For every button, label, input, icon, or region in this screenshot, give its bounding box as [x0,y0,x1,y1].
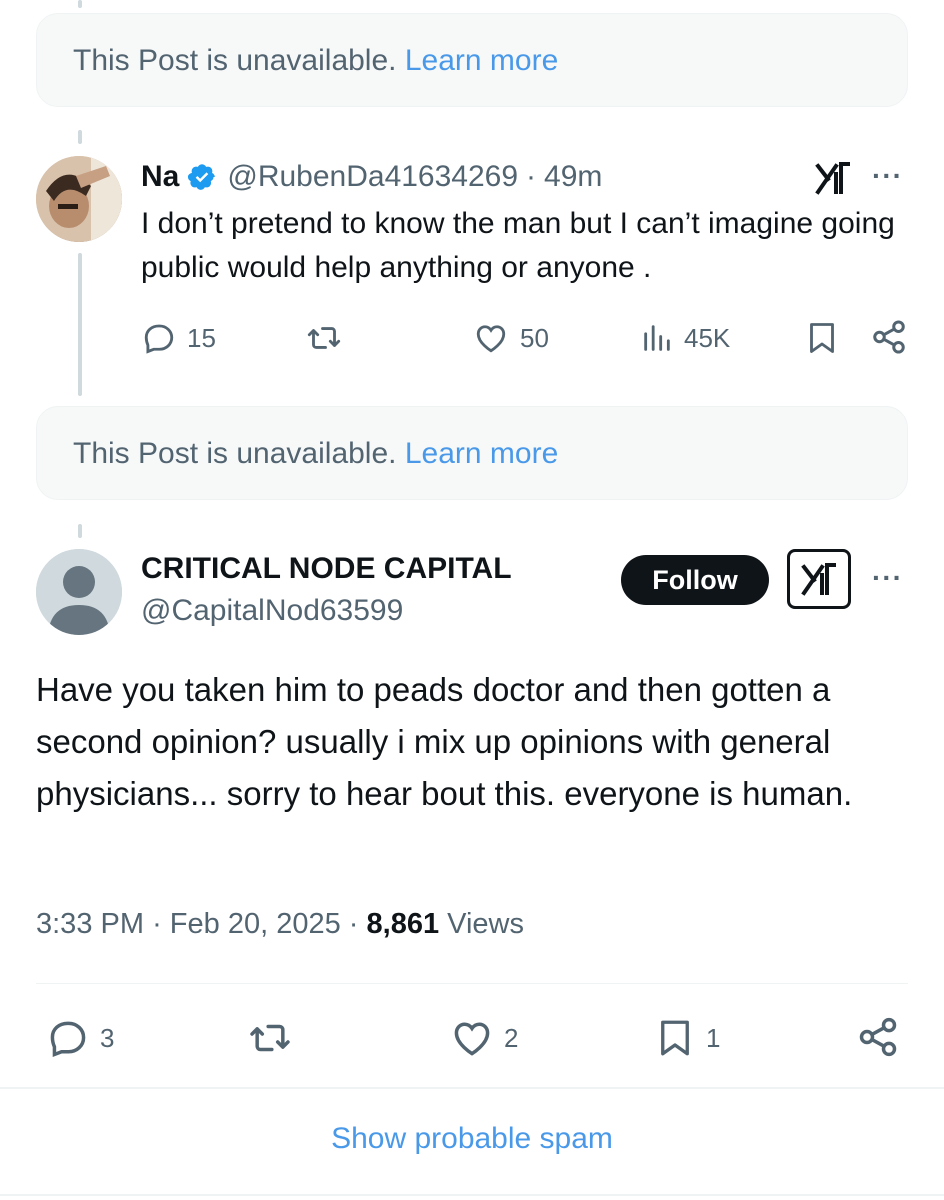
repost-icon [246,1016,294,1060]
separator-dot: · [152,908,162,940]
post-timestamp: 3:33 PM · Feb 20, 2025 · 8,861 Views [36,908,524,941]
separator-dot: · [526,160,537,193]
learn-more-link[interactable]: Learn more [405,437,558,470]
author-handle[interactable]: @CapitalNod63599 [141,594,403,628]
like-button[interactable]: 50 [472,320,549,356]
bookmark-count: 1 [706,1022,721,1053]
reply-button[interactable]: 15 [141,320,216,356]
views-icon [640,320,674,356]
avatar[interactable] [36,156,122,242]
post-date[interactable]: Feb 20, 2025 [170,908,341,940]
divider [36,983,908,984]
unavailable-text: This Post is unavailable. [73,437,397,470]
views-count: 8,861 [366,908,440,940]
share-icon[interactable] [870,318,908,356]
reply-text: I don’t pretend to know the man but I ca… [141,207,895,284]
show-probable-spam-link[interactable]: Show probable spam [0,1122,944,1156]
thread-line-top [78,0,82,8]
unavailable-post-notice: This Post is unavailable. Learn more [36,406,908,500]
bottom-divider [0,1194,944,1196]
like-button[interactable]: 2 [450,1016,518,1060]
avatar[interactable] [36,549,122,635]
reply-time[interactable]: 49m [544,160,602,194]
reply-count: 3 [100,1022,115,1053]
reply-icon [46,1016,90,1060]
like-count: 50 [520,322,549,353]
reply-icon [141,320,177,356]
learn-more-link[interactable]: Learn more [405,44,558,77]
bookmark-icon [654,1014,696,1062]
separator-dot: · [348,908,359,940]
repost-button[interactable] [246,1016,294,1060]
author-display-name[interactable]: CRITICAL NODE CAPITAL [141,552,512,586]
grok-icon[interactable] [787,549,851,609]
thread-line-lower [78,524,82,538]
reply-handle[interactable]: @RubenDa41634269 [227,160,518,194]
thread-line-reply [78,253,82,396]
unavailable-text: This Post is unavailable. [73,44,397,77]
thread-line-upper [78,130,82,144]
share-icon[interactable] [856,1015,900,1059]
bookmark-icon[interactable] [804,318,840,358]
post-text: Have you taken him to peads doctor and t… [36,671,853,812]
views-label: Views [447,908,524,940]
section-divider [0,1087,944,1089]
more-icon[interactable]: ··· [872,562,903,594]
reply-display-name[interactable]: Na [141,160,179,194]
post-time[interactable]: 3:33 PM [36,908,144,940]
reply-button[interactable]: 3 [46,1016,114,1060]
repost-icon [304,320,344,356]
like-icon [472,320,510,356]
like-count: 2 [504,1022,519,1053]
grok-icon[interactable] [814,160,852,196]
unavailable-post-notice: This Post is unavailable. Learn more [36,13,908,107]
views-button[interactable]: 45K [640,320,730,356]
verified-badge-icon [187,162,217,192]
reply-count: 15 [187,322,216,353]
views-count: 45K [684,322,731,353]
repost-button[interactable] [304,320,354,356]
follow-button[interactable]: Follow [621,555,769,605]
more-icon[interactable]: ··· [872,160,903,192]
bookmark-button[interactable]: 1 [654,1014,720,1062]
like-icon [450,1016,494,1060]
